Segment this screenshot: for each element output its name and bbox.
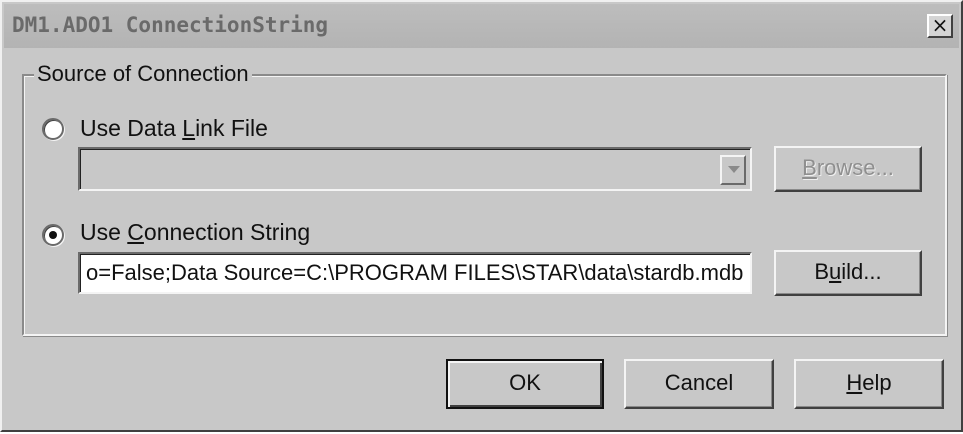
browse-label-post: rowse... — [816, 155, 894, 180]
ok-label: OK — [509, 370, 541, 395]
connection-string-label-pre: Use — [80, 219, 128, 245]
group-legend: Source of Connection — [34, 60, 252, 88]
build-label-post: ild... — [841, 259, 882, 284]
data-link-radio[interactable] — [42, 118, 64, 140]
ok-button[interactable]: OK — [446, 359, 604, 409]
connection-string-label[interactable]: Use Connection String — [80, 218, 310, 246]
connection-string-input[interactable]: o=False;Data Source=C:\PROGRAM FILES\STA… — [78, 252, 752, 294]
data-link-label-pre: Use Data — [80, 115, 183, 141]
data-link-label[interactable]: Use Data Link File — [80, 114, 268, 142]
cancel-label: Cancel — [664, 370, 734, 395]
close-button[interactable]: × — [927, 14, 953, 38]
build-label-pre: B — [814, 259, 830, 284]
radio-selected-dot — [49, 231, 57, 239]
connection-string-label-post: onnection String — [143, 219, 311, 245]
close-icon: × — [931, 13, 949, 37]
data-link-file-combo[interactable] — [78, 147, 752, 191]
browse-button[interactable]: Browse... — [774, 146, 922, 192]
help-label-post: elp — [862, 370, 892, 395]
connection-string-value: o=False;Data Source=C:\PROGRAM FILES\STA… — [86, 260, 744, 285]
data-link-label-mnemonic: L — [182, 115, 196, 141]
connection-string-radio[interactable] — [42, 224, 64, 246]
title-bar[interactable]: DM1.ADO1 ConnectionString × — [4, 4, 959, 48]
help-button[interactable]: Help — [794, 359, 944, 409]
build-button[interactable]: Build... — [774, 250, 922, 296]
help-label-mnemonic: H — [846, 370, 863, 395]
combo-dropdown-button[interactable] — [720, 155, 746, 185]
data-link-label-post: ink File — [195, 115, 268, 141]
chevron-down-icon — [728, 166, 740, 173]
connection-string-dialog: DM1.ADO1 ConnectionString × Source of Co… — [0, 0, 963, 432]
cancel-button[interactable]: Cancel — [624, 359, 774, 409]
build-label-mnemonic: u — [829, 259, 842, 284]
window-title: DM1.ADO1 ConnectionString — [12, 13, 329, 37]
browse-label-mnemonic: B — [802, 155, 817, 180]
connection-string-label-mnemonic: C — [127, 219, 144, 245]
